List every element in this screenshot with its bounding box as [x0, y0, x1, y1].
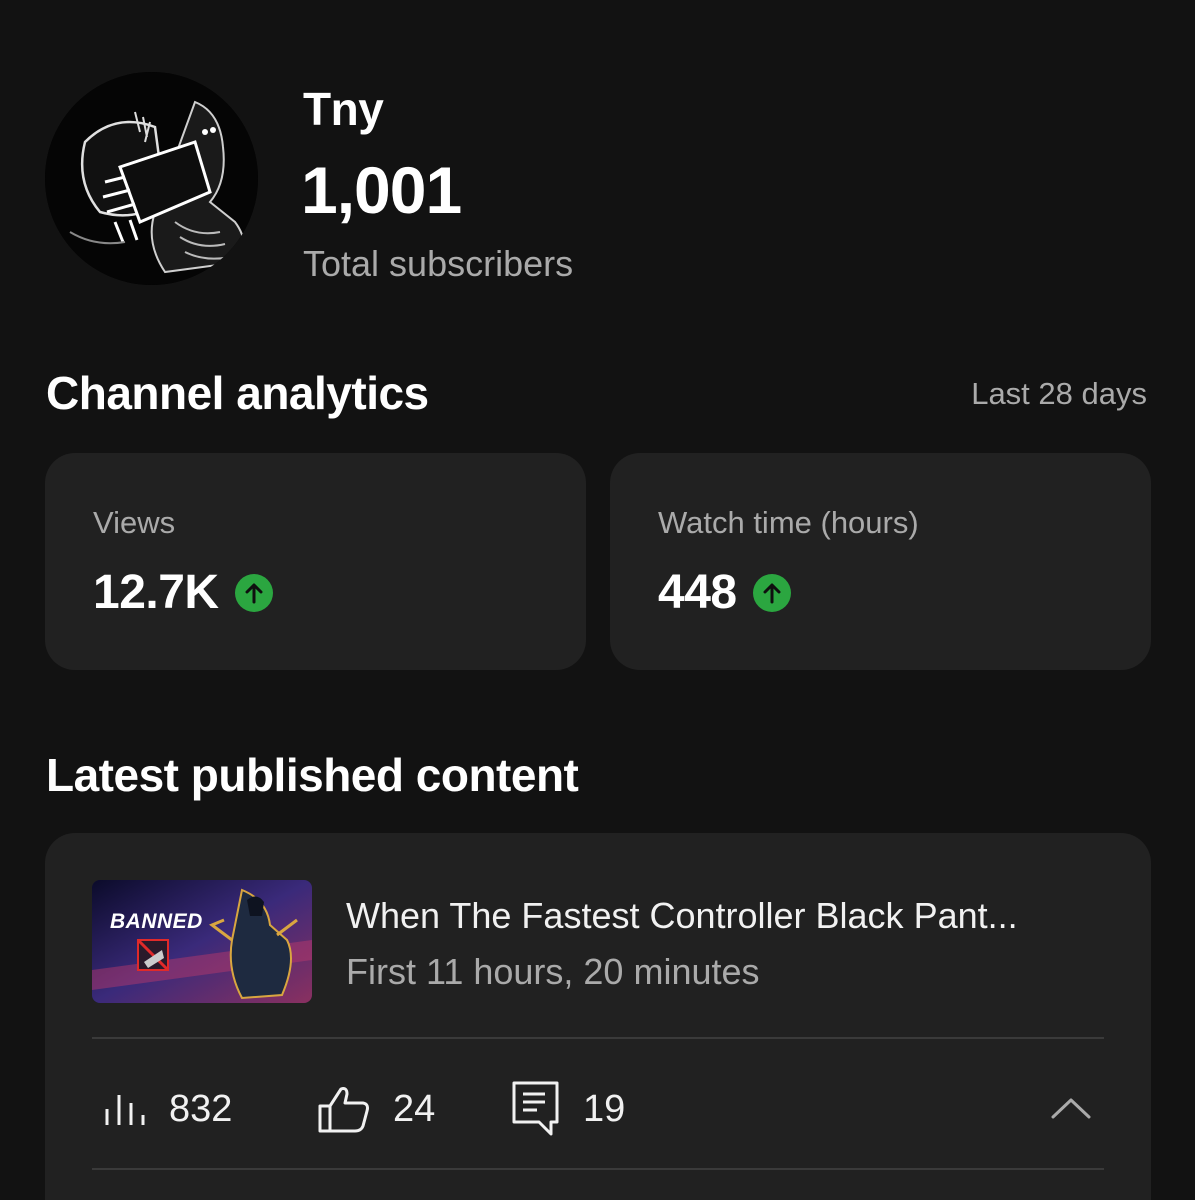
thumbnail-text: BANNED	[110, 910, 203, 933]
divider	[92, 1037, 1104, 1039]
metric-value: 12.7K	[93, 566, 219, 619]
bar-chart-icon	[103, 1089, 147, 1129]
trend-up-icon	[752, 573, 791, 612]
channel-dashboard: Tny 1,001 Total subscribers Channel anal…	[0, 0, 1195, 1200]
divider	[92, 1168, 1104, 1170]
views-stat: 832	[103, 1083, 232, 1135]
channel-name: Tny	[303, 83, 384, 135]
subscriber-count: 1,001	[301, 153, 462, 227]
metric-label: Views	[93, 505, 176, 540]
channel-avatar-icon[interactable]	[45, 72, 258, 285]
views-metric-card[interactable]: Views 12.7K	[45, 453, 586, 670]
comment-icon	[511, 1080, 561, 1138]
channel-analytics-title: Channel analytics	[46, 367, 429, 419]
chevron-up-icon[interactable]	[1048, 1088, 1094, 1128]
video-title[interactable]: When The Fastest Controller Black Pant..…	[346, 895, 1106, 937]
metric-label: Watch time (hours)	[658, 505, 919, 540]
views-count: 832	[169, 1087, 233, 1130]
metric-value: 448	[658, 566, 737, 619]
likes-stat: 24	[317, 1083, 435, 1135]
latest-content-title: Latest published content	[46, 749, 579, 801]
trend-up-icon	[234, 573, 273, 612]
thumbs-up-icon	[317, 1084, 371, 1134]
likes-count: 24	[393, 1087, 436, 1130]
comments-count: 19	[583, 1087, 626, 1130]
analytics-period: Last 28 days	[971, 376, 1147, 411]
video-thumbnail[interactable]: BANNED	[92, 880, 312, 1003]
latest-video-card[interactable]: BANNED When The Fastest Controller Black…	[45, 833, 1151, 1200]
watch-time-metric-card[interactable]: Watch time (hours) 448	[610, 453, 1151, 670]
subscriber-label: Total subscribers	[303, 243, 574, 284]
comments-stat: 19	[511, 1080, 626, 1138]
video-timeframe: First 11 hours, 20 minutes	[346, 951, 760, 992]
